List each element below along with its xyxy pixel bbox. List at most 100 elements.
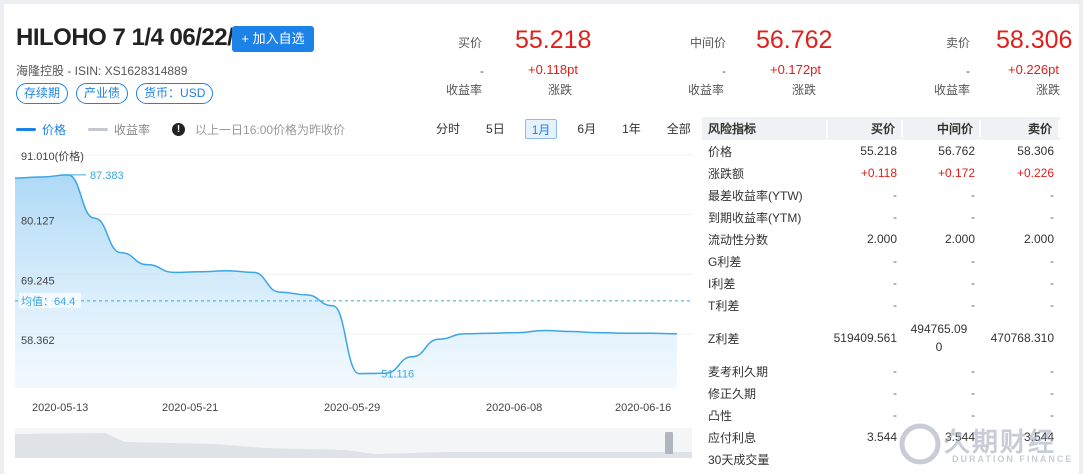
close-price-notice: ! 以上一日16:00价格为昨收价	[172, 121, 345, 138]
ask-yield-label: 收益率	[934, 83, 971, 97]
metric-bid: -	[893, 188, 897, 202]
period-all[interactable]: 全部	[661, 119, 697, 139]
navigator-handle[interactable]	[665, 432, 673, 454]
y-tick-label: 58.362	[21, 335, 55, 347]
tag-duration[interactable]: 存续期	[16, 83, 69, 104]
table-row: 修正久期 - - -	[702, 382, 1060, 404]
notice-text: 以上一日16:00价格为昨收价	[195, 123, 346, 137]
metric-mid: 56.762	[938, 144, 975, 158]
metric-bid: -	[893, 298, 897, 312]
navigator-mini-chart	[15, 432, 692, 458]
mid-yield-label: 收益率	[688, 83, 725, 97]
header-mid: 中间价	[903, 120, 981, 137]
metric-name: 最差收益率(YTW)	[708, 188, 803, 203]
header-metric: 风险指标	[702, 120, 828, 137]
metric-mid: 2.000	[944, 232, 975, 246]
y-tick-label: 69.245	[21, 275, 55, 287]
metric-name: Z利差	[708, 331, 740, 346]
min-label: 51.116	[381, 369, 414, 381]
metric-ask: -	[1050, 210, 1054, 224]
tag-currency[interactable]: 货币：USD	[136, 83, 214, 104]
ask-change: +0.226pt	[1008, 62, 1059, 77]
bid-change-label: 涨跌	[548, 83, 573, 97]
legend-price-swatch	[16, 128, 36, 131]
metric-bid: 519409.561	[833, 331, 897, 345]
ask-yield: -	[966, 64, 970, 78]
metric-ask: -	[1050, 188, 1054, 202]
ask-label: 卖价	[946, 36, 971, 50]
metric-ask: -	[1050, 298, 1054, 312]
period-intraday[interactable]: 分时	[430, 119, 466, 139]
issuer-isin: 海隆控股 - ISIN: XS1628314889	[16, 64, 188, 78]
legend-yield[interactable]: 收益率	[88, 121, 150, 138]
period-6m[interactable]: 6月	[571, 119, 602, 139]
chart-navigator[interactable]	[15, 428, 692, 458]
metric-name: 涨跌额	[708, 166, 745, 181]
ask-price: 58.306	[996, 26, 1073, 54]
bond-tags: 存续期 产业债 货币：USD	[16, 83, 214, 104]
x-tick-label: 2020-05-29	[324, 402, 381, 414]
risk-metrics-table: 风险指标 买价 中间价 卖价 价格 55.218 56.762 58.306 涨跌额 +0…	[702, 117, 1060, 470]
metric-ask: -	[1050, 386, 1054, 400]
table-row: 最差收益率(YTW) - - -	[702, 184, 1060, 206]
chart-legend: 价格 收益率 ! 以上一日16:00价格为昨收价	[16, 121, 345, 138]
metric-name: 流动性分数	[708, 232, 769, 247]
metric-mid: +0.172	[937, 166, 975, 180]
mid-yield: -	[722, 64, 726, 78]
metric-bid: -	[893, 386, 897, 400]
metric-bid: 55.218	[860, 144, 897, 158]
mid-label: 中间价	[690, 36, 727, 50]
metric-ask: 58.306	[1017, 144, 1054, 158]
x-tick-label: 2020-05-13	[32, 402, 89, 414]
period-1m[interactable]: 1月	[524, 119, 558, 139]
watermark-icon	[899, 423, 941, 465]
header-bid: 买价	[828, 120, 903, 137]
tag-industry[interactable]: 产业债	[76, 83, 129, 104]
metric-ask: -	[1050, 364, 1054, 378]
x-tick-label: 2020-06-08	[486, 402, 543, 414]
header-ask: 卖价	[981, 120, 1060, 137]
metric-name: 麦考利久期	[708, 364, 769, 379]
bid-change: +0.118pt	[528, 62, 579, 77]
period-1y[interactable]: 1年	[616, 119, 647, 139]
metric-mid: -	[971, 364, 975, 378]
metric-mid: -	[971, 254, 975, 268]
legend-yield-label: 收益率	[114, 123, 151, 137]
bid-yield-label: 收益率	[446, 83, 483, 97]
metric-bid: 2.000	[866, 232, 897, 246]
mid-price: 56.762	[756, 26, 833, 54]
table-row: 麦考利久期 - - -	[702, 360, 1060, 382]
metric-bid: +0.118	[860, 166, 897, 180]
metric-name: 到期收益率(YTM)	[708, 210, 802, 225]
y-tick-label: 91.010(价格)	[21, 149, 84, 163]
mid-change-label: 涨跌	[792, 83, 817, 97]
metric-mid: -	[971, 210, 975, 224]
metric-ask: +0.226	[1016, 166, 1054, 180]
metric-ask: -	[1050, 276, 1054, 290]
metric-mid: -	[971, 298, 975, 312]
metric-bid: -	[893, 364, 897, 378]
mid-change: +0.172pt	[770, 62, 821, 77]
legend-yield-swatch	[88, 128, 109, 131]
watermark-subtext: DURATION FINANCE	[952, 454, 1074, 464]
table-row: 涨跌额 +0.118 +0.172 +0.226	[702, 162, 1060, 184]
price-chart[interactable]: 91.010(价格) 80.127 69.245 58.362 均值：64.4 87.3…	[15, 143, 692, 398]
period-5d[interactable]: 5日	[480, 119, 511, 139]
table-row: T利差 - - -	[702, 294, 1060, 316]
metric-mid: -	[971, 188, 975, 202]
metric-name: 价格	[708, 144, 733, 159]
metric-name: 30天成交量	[708, 452, 770, 467]
table-row: 流动性分数 2.000 2.000 2.000	[702, 228, 1060, 250]
metric-bid: -	[893, 276, 897, 290]
legend-price[interactable]: 价格	[16, 121, 66, 138]
metric-bid: -	[893, 210, 897, 224]
table-row: I利差 - - -	[702, 272, 1060, 294]
metric-mid: -	[971, 276, 975, 290]
add-to-watchlist-button[interactable]: + 加入自选	[232, 26, 314, 52]
metric-bid: -	[893, 408, 897, 422]
x-axis: 2020-05-13 2020-05-21 2020-05-29 2020-06-08…	[0, 402, 700, 416]
metric-ask: -	[1050, 254, 1054, 268]
metric-bid: -	[893, 254, 897, 268]
ask-change-label: 涨跌	[1036, 83, 1061, 97]
x-tick-label: 2020-06-16	[615, 402, 672, 414]
